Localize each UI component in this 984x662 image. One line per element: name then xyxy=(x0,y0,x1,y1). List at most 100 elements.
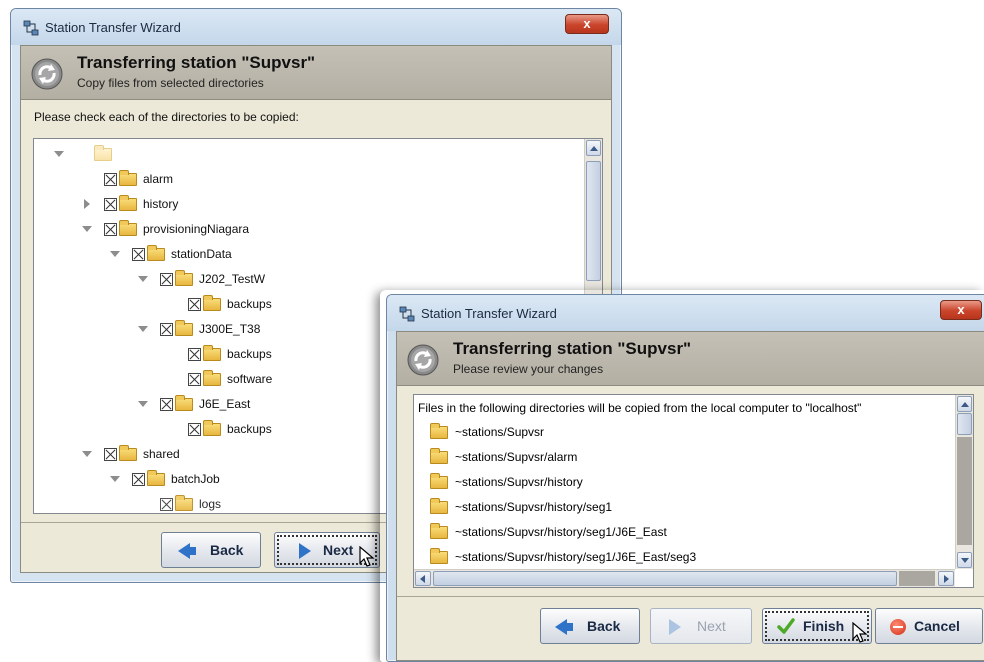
tree-checkbox[interactable] xyxy=(132,248,145,261)
tree-node-label: J300E_T38 xyxy=(199,322,261,336)
title-bar[interactable]: Station Transfer Wizard x xyxy=(11,9,621,45)
window-title: Station Transfer Wizard xyxy=(45,20,181,35)
tree-checkbox[interactable] xyxy=(188,423,201,436)
network-app-icon xyxy=(23,20,39,36)
tree-checkbox[interactable] xyxy=(188,373,201,386)
folder-icon xyxy=(119,220,137,236)
folder-icon xyxy=(430,473,448,489)
tree-checkbox[interactable] xyxy=(104,223,117,236)
list-vertical-scrollbar[interactable] xyxy=(955,395,973,569)
scroll-down-button[interactable] xyxy=(957,552,972,568)
mouse-cursor-icon xyxy=(852,622,868,643)
tree-collapse-toggle-icon[interactable] xyxy=(82,451,92,457)
mouse-cursor-icon xyxy=(359,546,375,567)
chevron-down-icon xyxy=(961,558,969,563)
folder-icon xyxy=(119,170,137,186)
scrollbar-thumb[interactable] xyxy=(957,413,972,435)
tree-node-label: J202_TestW xyxy=(199,272,266,286)
tree-node-label: logs xyxy=(199,497,222,511)
tree-expand-toggle-icon[interactable] xyxy=(84,199,90,209)
chevron-up-icon xyxy=(961,402,969,407)
tree-checkbox[interactable] xyxy=(160,273,173,286)
folder-icon xyxy=(119,445,137,461)
list-item-label: ~stations/Supvsr/alarm xyxy=(455,450,578,464)
back-button[interactable]: Back xyxy=(161,532,261,568)
tree-checkbox[interactable] xyxy=(160,323,173,336)
folder-icon xyxy=(175,270,193,286)
folder-icon xyxy=(203,420,221,436)
folder-icon xyxy=(430,423,448,439)
folder-icon xyxy=(203,370,221,386)
close-button[interactable]: x xyxy=(565,14,609,34)
wizard-header: Transferring station "Supvsr" Please rev… xyxy=(397,332,984,386)
tree-node-label: stationData xyxy=(171,247,232,261)
tree-node-label: provisioningNiagara xyxy=(143,222,250,236)
list-item-label: ~stations/Supvsr/history xyxy=(455,475,583,489)
tree-collapse-toggle-icon[interactable] xyxy=(138,276,148,282)
folder-icon xyxy=(430,448,448,464)
scroll-up-button[interactable] xyxy=(586,140,601,156)
tree-node-label: backups xyxy=(227,347,272,361)
scrollbar-track-fill xyxy=(957,437,972,545)
tree-checkbox[interactable] xyxy=(104,198,117,211)
tree-checkbox[interactable] xyxy=(188,348,201,361)
scroll-right-button[interactable] xyxy=(938,571,954,586)
folder-icon xyxy=(175,495,193,511)
tree-node-label: history xyxy=(143,197,179,211)
folder-icon xyxy=(175,395,193,411)
folder-icon xyxy=(430,548,448,564)
list-header-text: Files in the following directories will … xyxy=(418,401,862,415)
tree-checkbox[interactable] xyxy=(160,498,173,511)
review-list[interactable]: Files in the following directories will … xyxy=(413,394,974,588)
chevron-up-icon xyxy=(590,146,598,151)
tree-checkbox[interactable] xyxy=(132,473,145,486)
tree-collapse-toggle-icon[interactable] xyxy=(110,251,120,257)
tree-collapse-toggle-icon[interactable] xyxy=(82,226,92,232)
wizard-body: Transferring station "Supvsr" Please rev… xyxy=(396,331,984,661)
arrow-left-icon xyxy=(178,543,196,559)
refresh-transfer-icon xyxy=(31,58,63,90)
tree-checkbox[interactable] xyxy=(160,398,173,411)
instruction-text: Please check each of the directories to … xyxy=(34,110,299,124)
scrollbar-thumb[interactable] xyxy=(586,161,601,281)
list-item-label: ~stations/Supvsr/history/seg1 xyxy=(455,500,613,514)
tree-node-label: J6E_East xyxy=(199,397,251,411)
close-button[interactable]: x xyxy=(940,300,982,320)
folder-icon xyxy=(94,145,112,161)
tree-node-label: shared xyxy=(143,447,180,461)
header-title: Transferring station "Supvsr" xyxy=(77,53,316,72)
next-button-label: Next xyxy=(323,542,354,558)
tree-collapse-toggle-icon[interactable] xyxy=(138,401,148,407)
transfer-wizard-window-review: Station Transfer Wizard x Transferring s… xyxy=(386,294,984,662)
tree-checkbox[interactable] xyxy=(188,298,201,311)
horizontal-scrollbar-thumb[interactable] xyxy=(433,571,897,586)
header-subtitle: Please review your changes xyxy=(453,362,604,376)
tree-collapse-toggle-icon[interactable] xyxy=(110,476,120,482)
folder-icon xyxy=(119,195,137,211)
folder-icon xyxy=(430,523,448,539)
cancel-button[interactable]: Cancel xyxy=(875,608,983,644)
tree-collapse-toggle-icon[interactable] xyxy=(54,151,64,157)
horizontal-track-fill xyxy=(899,571,935,586)
title-bar[interactable]: Station Transfer Wizard x xyxy=(387,295,984,331)
scroll-up-button[interactable] xyxy=(957,396,972,412)
tree-collapse-toggle-icon[interactable] xyxy=(138,326,148,332)
tree-checkbox[interactable] xyxy=(104,448,117,461)
scroll-left-button[interactable] xyxy=(415,571,431,586)
list-horizontal-scrollbar[interactable] xyxy=(414,569,955,587)
refresh-transfer-icon xyxy=(407,344,439,376)
tree-node-label: batchJob xyxy=(171,472,220,486)
tree-checkbox[interactable] xyxy=(104,173,117,186)
folder-icon xyxy=(147,245,165,261)
back-button-label: Back xyxy=(587,618,621,634)
tree-node-label: alarm xyxy=(143,172,174,186)
folder-icon xyxy=(203,345,221,361)
back-button[interactable]: Back xyxy=(540,608,640,644)
finish-button-label: Finish xyxy=(803,618,845,634)
chevron-left-icon xyxy=(420,575,425,583)
folder-icon xyxy=(203,295,221,311)
wizard-header: Transferring station "Supvsr" Copy files… xyxy=(21,46,611,100)
list-item-label: ~stations/Supvsr/history/seg1/J6E_East xyxy=(455,525,667,539)
next-button[interactable]: Next xyxy=(650,608,752,644)
arrow-right-icon xyxy=(299,543,311,559)
